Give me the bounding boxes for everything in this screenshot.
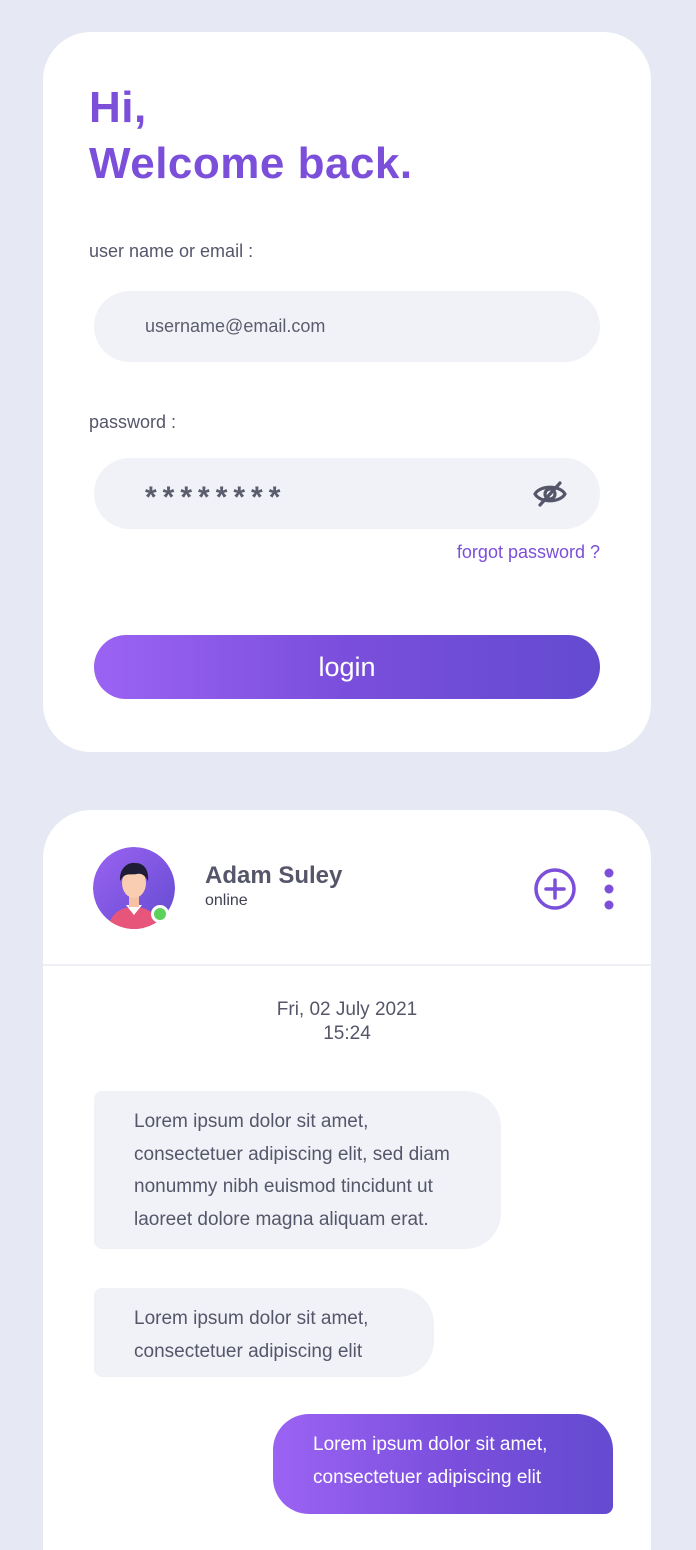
contact-name: Adam Suley [205, 862, 343, 889]
username-field[interactable]: username@email.com [94, 291, 600, 362]
password-mask: ******** [145, 480, 287, 514]
outgoing-message: Lorem ipsum dolor sit amet, consectetuer… [273, 1414, 613, 1514]
eye-off-icon[interactable] [532, 480, 568, 508]
incoming-message: Lorem ipsum dolor sit amet, consectetuer… [94, 1091, 501, 1249]
login-card: Hi, Welcome back. user name or email : u… [43, 32, 651, 752]
plus-circle-icon[interactable] [533, 867, 577, 911]
message-date: Fri, 02 July 2021 [276, 999, 418, 1020]
message-timestamp: Fri, 02 July 2021 15:24 [43, 998, 651, 1046]
password-field[interactable]: ******** [94, 458, 600, 529]
password-label: password : [89, 412, 177, 432]
contact-status: online [205, 892, 248, 909]
incoming-message: Lorem ipsum dolor sit amet, consectetuer… [94, 1288, 434, 1377]
message-time: 15:24 [323, 1023, 371, 1044]
header-divider [43, 964, 651, 966]
username-placeholder: username@email.com [145, 316, 326, 336]
login-button[interactable]: login [94, 635, 600, 699]
avatar[interactable] [93, 847, 175, 929]
more-vertical-icon[interactable] [599, 868, 619, 910]
chat-card: Adam Suley online Fri, 02 July 2021 15:2… [43, 810, 651, 1550]
greeting-line-1: Hi, [89, 83, 147, 132]
greeting-line-2: Welcome back. [89, 139, 413, 188]
forgot-password-link[interactable]: forgot password ? [457, 542, 600, 563]
username-label: user name or email : [89, 241, 254, 261]
online-status-dot [151, 905, 169, 923]
welcome-heading: Hi, Welcome back. [89, 80, 413, 192]
